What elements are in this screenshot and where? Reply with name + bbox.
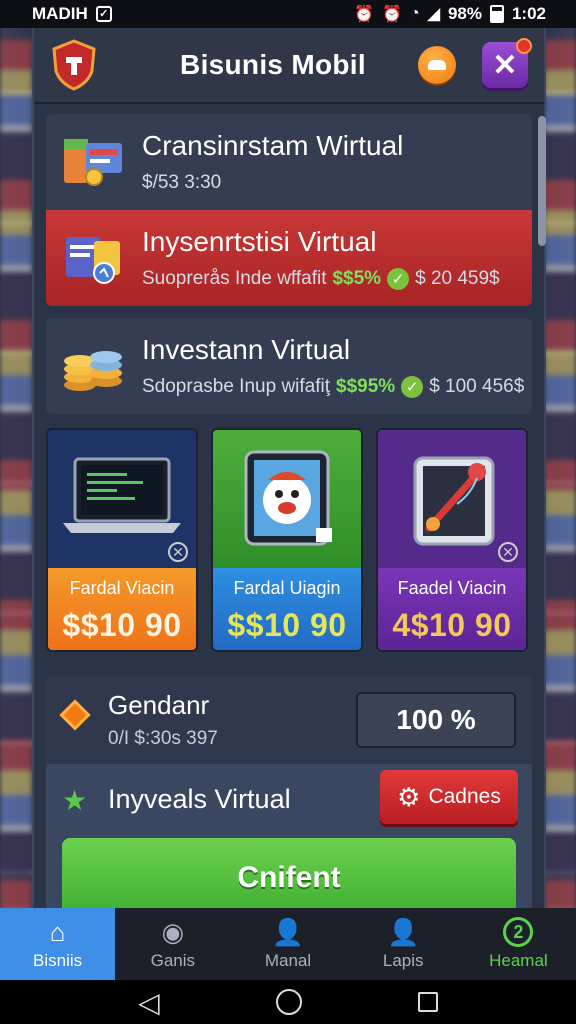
list-item-inysenrtstisi[interactable]: Inysenrtstisi Virtual Suoprerås Inde wff… (46, 210, 532, 306)
gendanr-subtitle: 0/I $:30s 397 (108, 728, 218, 749)
tile-price: 4$10 90 (392, 607, 512, 643)
coins-button[interactable] (418, 46, 456, 84)
list-item-subtitle: Suoprerås Inde wffafit (142, 268, 327, 289)
user-icon: 👤 (387, 917, 420, 947)
list-item-percent: $$5% (332, 268, 382, 289)
app-header: Bisunis Mobil ✕ (34, 28, 544, 104)
carrier-label: MADIH (32, 4, 88, 23)
nav-label: Heamal (489, 951, 548, 970)
nav-label: Lapis (382, 951, 424, 970)
tablet-stylus-icon (413, 456, 495, 546)
settings-button-label: Cadnes (428, 785, 501, 808)
notification-dot (516, 38, 532, 54)
list-item-subtitle: $/53 3:30 (142, 172, 222, 193)
settings-button[interactable]: ⚙ Cadnes (380, 770, 518, 824)
clock: 1:02 (511, 4, 546, 23)
gendanr-title: Gendanr (108, 690, 210, 720)
invest-title: Inyveals Virtual (108, 784, 291, 814)
shelf-right-decoration (544, 40, 576, 964)
nav-label: Manal (264, 951, 312, 970)
list-item-amount: $ 20 459$ (415, 268, 500, 289)
nav-item-bisniis[interactable]: ⌂ Bisniis (0, 908, 116, 980)
status-bar: MADIH ✓ ⏰ ⏰ ◔ ◢ 98% 1:02 (0, 0, 576, 28)
alarm-icon: ⏰ (354, 6, 375, 23)
close-icon: ✕ (492, 48, 518, 82)
back-icon[interactable]: ◁ (138, 986, 160, 1019)
product-tile-tablet-game[interactable]: Fardal Uiagin $$10 90 (211, 428, 363, 652)
dismiss-icon[interactable]: ✕ (168, 542, 188, 562)
nav-label: Ganis (150, 951, 196, 970)
check-icon: ✓ (387, 268, 410, 290)
nav-item-manal[interactable]: 👤 Manal (230, 908, 345, 980)
bottom-nav: ⌂ Bisniis ◉ Ganis 👤 Manal 👤 Lapis 2 Heam… (0, 908, 576, 980)
wallet-icon (60, 131, 128, 193)
list-item-title: Inysenrtstisi Virtual (142, 226, 377, 257)
home-circle-icon[interactable] (275, 989, 302, 1015)
notification-icon: ✓ (95, 6, 112, 22)
nav-item-heamal[interactable]: 2 Heamal (461, 908, 576, 980)
app-title: Bisunis Mobil (180, 49, 366, 80)
list-item-percent: $$95% (336, 376, 396, 397)
list-item-cransinrstam[interactable]: Cransinrstam Wirtual $/53 3:30 (46, 114, 532, 210)
wifi-icon: ◔ (409, 5, 420, 22)
home-icon: ⌂ (49, 917, 66, 947)
alarm-icon-2: ⏰ (382, 6, 402, 23)
tile-price: $$10 90 (227, 607, 347, 643)
list-item-title: Investann Virtual (142, 334, 351, 365)
shelf-left-decoration (0, 40, 32, 964)
recents-icon[interactable] (417, 992, 438, 1012)
percent-field[interactable]: 100 % (356, 692, 516, 748)
star-icon: ★ (62, 785, 88, 816)
tile-label: Faadel Viacin (397, 578, 507, 598)
invest-section: ★ Inyveals Virtual ⚙ Cadnes Cnifent (46, 764, 532, 918)
dismiss-icon[interactable]: ✕ (498, 542, 518, 562)
main-panel: Bisunis Mobil ✕ Cransinrstam Wirtual $/5… (32, 28, 546, 918)
check-icon: ✓ (401, 376, 424, 398)
signal-icon: ◢ (427, 6, 440, 23)
nav-item-ganis[interactable]: ◉ Ganis (115, 908, 230, 980)
battery-percent: 98% (447, 4, 482, 23)
close-button[interactable]: ✕ (482, 38, 532, 88)
list-item-amount: $ 100 456$ (429, 376, 525, 397)
list-item-investann[interactable]: Investann Virtual Sdoprasbe Inup wifafiţ… (46, 318, 532, 414)
user-icon: 👤 (271, 917, 305, 947)
documents-icon (60, 227, 128, 289)
tile-label: Fardal Viacin (69, 578, 175, 598)
gear-icon: ⚙ (397, 781, 421, 812)
check-circle-icon: ◉ (161, 917, 185, 947)
laptop-icon (63, 457, 181, 533)
system-nav-bar: ◁ (0, 980, 576, 1024)
confirm-button[interactable]: Cnifent (62, 838, 516, 918)
list-item-subtitle: Sdoprasbe Inup wifafiţ (142, 376, 331, 397)
scrollbar[interactable] (538, 116, 546, 246)
nav-item-lapis[interactable]: 👤 Lapis (346, 908, 461, 980)
gendanr-section: Gendanr 0/I $:30s 397 100 % (46, 676, 532, 764)
tablet-character-icon (244, 450, 332, 546)
coin-icon (428, 60, 446, 70)
coins-stack-icon (60, 335, 128, 397)
shield-logo-icon (50, 39, 98, 91)
tile-price: $$10 90 (62, 607, 182, 643)
badge-2-icon: 2 (503, 917, 534, 947)
diamond-icon (59, 699, 91, 731)
product-tile-tablet-tool[interactable]: ✕ Faadel Viacin 4$10 90 (376, 428, 528, 652)
product-tile-laptop[interactable]: ✕ Fardal Viacin $$10 90 (46, 428, 198, 652)
list-item-title: Cransinrstam Wirtual (142, 130, 404, 161)
battery-icon (489, 5, 504, 23)
nav-label: Bisniis (33, 951, 83, 970)
tile-label: Fardal Uiagin (233, 578, 341, 598)
